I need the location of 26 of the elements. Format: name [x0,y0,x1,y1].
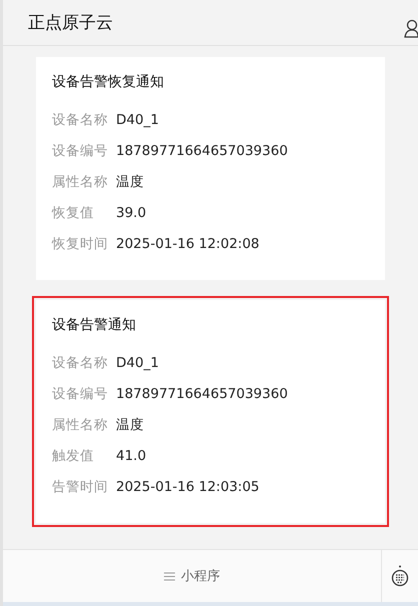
field-label: 设备名称 [52,111,109,129]
app-title: 正点原子云 [28,12,113,34]
field-value: D40_1 [116,112,159,128]
card-title: 设备告警恢复通知 [52,73,165,91]
field-label: 触发值 [52,447,95,465]
menu-icon [164,572,175,580]
card-title: 设备告警通知 [52,316,137,334]
field-label: 设备编号 [52,385,109,403]
field-label: 设备名称 [52,354,109,372]
field-label: 告警时间 [52,478,109,496]
field-label: 属性名称 [52,416,109,434]
keyboard-icon[interactable] [391,565,409,587]
field-value: 18789771664657039360 [116,386,288,402]
field-label: 恢复值 [52,204,95,222]
field-value: 41.0 [116,448,146,464]
field-value: 2025-01-16 12:02:08 [116,236,260,252]
field-label: 属性名称 [52,173,109,191]
field-value: 18789771664657039360 [116,143,288,159]
field-value: 39.0 [116,205,146,221]
field-value: D40_1 [116,355,159,371]
field-value: 温度 [116,173,144,191]
field-value: 2025-01-16 12:03:05 [116,479,260,495]
field-label: 恢复时间 [52,235,109,253]
field-value: 温度 [116,416,144,434]
field-label: 设备编号 [52,142,109,160]
user-icon[interactable] [404,18,418,38]
